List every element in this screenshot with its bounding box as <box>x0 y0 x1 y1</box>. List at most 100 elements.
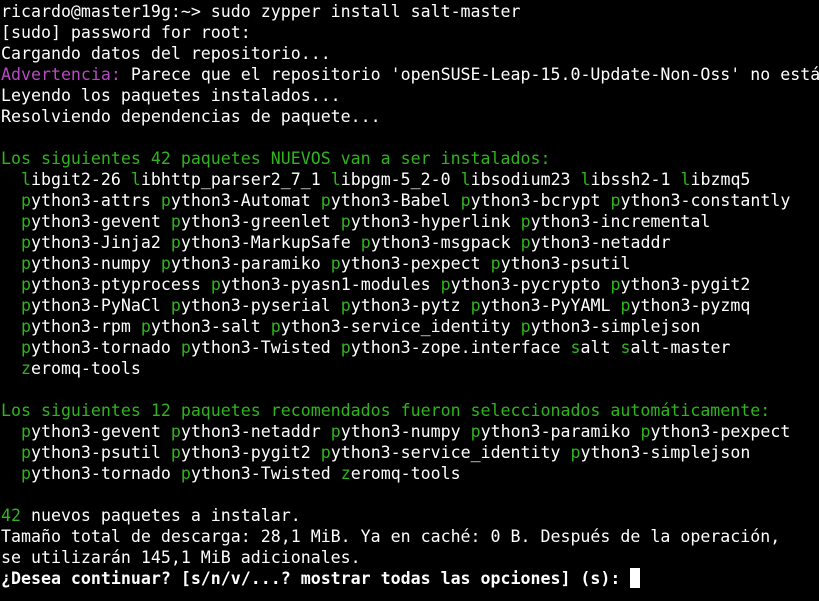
package-name: python3-Jinja2 <box>21 233 161 252</box>
package-rest: ython3-attrs <box>30 191 151 210</box>
package-name: python3-gevent <box>21 212 161 231</box>
package-initial: p <box>20 275 31 294</box>
new-package-row: python3-tornado python3-Twisted python3-… <box>0 337 819 358</box>
package-initial: p <box>170 212 181 231</box>
package-name: python3-paramiko <box>471 422 631 441</box>
package-initial: p <box>20 443 31 462</box>
package-rest: ython3-hyperlink <box>350 212 511 231</box>
package-initial: s <box>620 338 631 357</box>
package-initial: p <box>170 296 181 315</box>
new-count-line: 42 nuevos paquetes a instalar. <box>0 505 819 526</box>
package-initial: p <box>490 254 501 273</box>
package-initial: p <box>570 443 581 462</box>
package-initial: p <box>360 233 371 252</box>
loading-repo-line: Cargando datos del repositorio... <box>1 44 331 63</box>
package-initial: p <box>210 275 221 294</box>
new-package-row: zeromq-tools <box>0 358 819 379</box>
text-cursor[interactable] <box>630 568 641 588</box>
package-rest: ython3-MarkupSafe <box>180 233 351 252</box>
new-packages-list: libgit2-26 libhttp_parser2_7_1 libpgm-5_… <box>0 169 819 379</box>
package-initial: s <box>570 338 581 357</box>
package-initial: p <box>610 191 621 210</box>
package-name: python3-pexpect <box>331 254 481 273</box>
sudo-password-prompt: [sudo] password for root: <box>1 23 251 42</box>
recommended-package-row: python3-psutil python3-pygit2 python3-se… <box>0 442 819 463</box>
package-rest: alt <box>580 338 611 357</box>
package-rest: ython3-Automat <box>170 191 311 210</box>
recommended-package-row: python3-gevent python3-netaddr python3-n… <box>0 421 819 442</box>
package-initial: l <box>680 170 691 189</box>
package-initial: p <box>330 254 341 273</box>
package-rest: ibhttp_parser2_7_1 <box>140 170 321 189</box>
package-rest: ython3-pycrypto <box>450 275 601 294</box>
package-rest: ython3-PyYAML <box>480 296 611 315</box>
package-name: python3-psutil <box>21 443 161 462</box>
resolving-deps-line: Resolviendo dependencias de paquete... <box>1 107 381 126</box>
warning-label: Advertencia: <box>1 65 121 84</box>
package-name: python3-constantly <box>611 191 791 210</box>
package-name: salt-master <box>621 338 731 357</box>
package-initial: p <box>180 464 191 483</box>
warning-text: Parece que el repositorio 'openSUSE-Leap… <box>120 65 819 84</box>
package-rest: ython3-constantly <box>620 191 791 210</box>
package-name: libsodium23 <box>461 170 571 189</box>
package-rest: ython3-msgpack <box>370 233 511 252</box>
package-name: python3-Twisted <box>181 464 331 483</box>
package-name: python3-psutil <box>491 254 631 273</box>
download-size-line: Tamaño total de descarga: 28,1 MiB. Ya e… <box>1 527 781 546</box>
new-package-row: python3-attrs python3-Automat python3-Ba… <box>0 190 819 211</box>
package-name: python3-pygit2 <box>610 275 750 294</box>
package-initial: p <box>320 191 331 210</box>
package-name: python3-PyNaCl <box>21 296 161 315</box>
package-name: python3-gevent <box>21 422 161 441</box>
package-initial: p <box>640 422 651 441</box>
package-rest: ython3-Twisted <box>190 338 331 357</box>
terminal-window[interactable]: ricardo@master19g:~> sudo zypper install… <box>0 0 819 601</box>
package-name: python3-simplejson <box>521 317 701 336</box>
package-initial: l <box>580 170 591 189</box>
package-rest: ython3-bcrypt <box>470 191 601 210</box>
recommended-package-row: python3-tornado python3-Twisted zeromq-t… <box>0 463 819 484</box>
package-rest: ython3-gevent <box>30 422 161 441</box>
package-name: python3-pyasn1-modules <box>211 275 431 294</box>
package-name: libpgm-5_2-0 <box>331 170 451 189</box>
package-initial: p <box>520 317 531 336</box>
package-initial: p <box>20 338 31 357</box>
continue-prompt: ¿Desea continuar? [s/n/v/...? mostrar to… <box>1 569 631 588</box>
package-initial: p <box>320 443 331 462</box>
package-rest: ython3-numpy <box>30 254 151 273</box>
new-packages-header: Los siguientes 42 paquetes NUEVOS van a … <box>1 149 551 168</box>
package-initial: p <box>170 443 181 462</box>
package-initial: z <box>340 464 351 483</box>
package-rest: ython3-gevent <box>30 212 161 231</box>
package-initial: p <box>460 191 471 210</box>
package-name: python3-pyserial <box>171 296 331 315</box>
package-initial: p <box>20 233 31 252</box>
package-name: python3-Babel <box>321 191 451 210</box>
package-initial: p <box>470 422 481 441</box>
package-initial: l <box>330 170 341 189</box>
package-rest: ython3-salt <box>150 317 261 336</box>
package-rest: ython3-Twisted <box>190 464 331 483</box>
new-package-row: python3-gevent python3-greenlet python3-… <box>0 211 819 232</box>
package-initial: p <box>520 233 531 252</box>
package-name: python3-salt <box>141 317 261 336</box>
package-initial: p <box>20 464 31 483</box>
package-rest: eromq-tools <box>30 359 141 378</box>
package-rest: ython3-netaddr <box>530 233 671 252</box>
package-name: python3-attrs <box>21 191 151 210</box>
package-name: libssh2-1 <box>581 170 671 189</box>
new-count-number: 42 <box>1 506 21 525</box>
package-initial: p <box>610 275 621 294</box>
package-name: salt <box>571 338 611 357</box>
package-rest: ython3-pyserial <box>180 296 331 315</box>
package-rest: ython3-paramiko <box>480 422 631 441</box>
package-name: python3-tornado <box>21 464 171 483</box>
package-initial: l <box>20 170 31 189</box>
package-initial: p <box>340 296 351 315</box>
package-name: python3-pygit2 <box>171 443 311 462</box>
continue-prompt-line[interactable]: ¿Desea continuar? [s/n/v/...? mostrar to… <box>0 568 819 589</box>
package-initial: l <box>460 170 471 189</box>
package-name: python3-netaddr <box>171 422 321 441</box>
